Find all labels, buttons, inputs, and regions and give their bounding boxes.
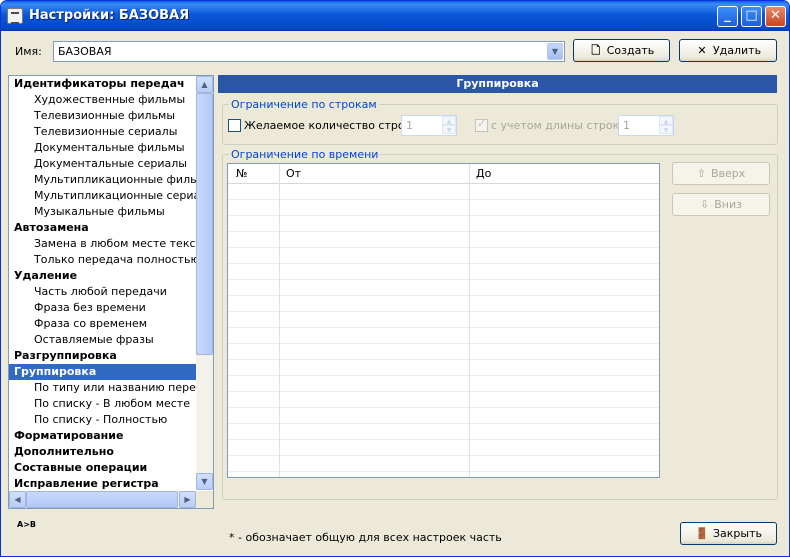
column-header-from[interactable]: От [286,167,301,180]
tree-item[interactable]: По списку - В любом месте [9,396,197,412]
footer-note: * - обозначает общую для всех настроек ч… [229,531,502,544]
binoculars-caption: A>B [17,520,36,529]
scroll-up-arrow-icon[interactable]: ▲ [196,76,213,93]
desired-count-checkbox[interactable] [228,119,241,132]
spinner-arrows[interactable]: ▲ ▼ [659,116,673,135]
delete-button[interactable]: ✕ Удалить [679,39,777,62]
delete-button-label: Удалить [712,44,762,57]
tree-item[interactable]: Документальные фильмы [9,140,197,156]
checkmark-icon: ✓ [477,117,487,130]
desired-count-label: Желаемое количество строк [244,119,412,132]
door-exit-icon: 🚪 [695,527,709,540]
tree-category[interactable]: Составные операции [9,460,197,476]
spin-down-icon[interactable]: ▼ [442,125,456,134]
desired-count-spinner[interactable]: 1 ▲ ▼ [401,115,457,136]
tree-category[interactable]: Разгруппировка [9,348,197,364]
settings-window: Настройки: БАЗОВАЯ _ □ ✕ Имя: БАЗОВАЯ ▼ … [0,0,790,557]
tree-item[interactable]: Оставляемые фразы [9,332,197,348]
maximize-button[interactable]: □ [741,6,762,27]
column-header-to[interactable]: До [476,167,491,180]
tree-list: Идентификаторы передач Художественные фил… [9,76,197,492]
arrow-down-icon: ⇩ [700,198,710,211]
create-button[interactable]: 🗋 Создать [573,39,670,62]
move-up-button[interactable]: ⇧ Вверх [672,162,770,185]
footer-bar: A>B * - обозначает общую для всех настро… [1,511,789,556]
tree-item[interactable]: По списку - Полностью [9,412,197,428]
panel-title: Группировка [218,75,777,93]
tree-item[interactable]: Мультипликационные фильмы [9,172,197,188]
desired-count-value: 1 [406,119,413,132]
spinner-arrows[interactable]: ▲ ▼ [442,116,456,135]
title-bar[interactable]: Настройки: БАЗОВАЯ _ □ ✕ [1,1,789,31]
tree-item[interactable]: Фраза со временем [9,316,197,332]
tree-category[interactable]: Дополнительно [9,444,197,460]
column-header-number[interactable]: № [236,167,247,180]
tree-vertical-scrollbar[interactable]: ▲ ▼ [196,76,213,490]
column-divider [469,164,470,477]
move-up-label: Вверх [710,167,746,180]
chevron-down-icon[interactable]: ▼ [547,43,563,60]
horizontal-scroll-thumb[interactable] [26,491,178,508]
line-length-value: 1 [623,119,630,132]
new-document-icon: 🗋 [591,44,601,57]
close-button-label: Закрыть [713,527,762,540]
binoculars-icon[interactable]: A>B [17,521,36,537]
close-button[interactable]: 🚪 Закрыть [680,522,777,545]
table-body[interactable] [228,184,659,477]
scroll-left-arrow-icon[interactable]: ◀ [9,491,26,508]
tree-category[interactable]: Идентификаторы передач [9,76,197,92]
tree-item[interactable]: Фраза без времени [9,300,197,316]
table-header: № От До [228,164,659,184]
cross-icon: ✕ [697,44,707,57]
name-label: Имя: [15,45,42,58]
column-divider [279,164,280,477]
settings-tree[interactable]: Идентификаторы передач Художественные фил… [8,75,214,509]
scroll-corner [196,491,213,508]
profile-name-value: БАЗОВАЯ [58,45,112,58]
move-down-button[interactable]: ⇩ Вниз [672,193,770,216]
app-icon [7,8,23,24]
profile-row: Имя: БАЗОВАЯ ▼ 🗋 Создать ✕ Удалить [1,31,789,71]
spin-up-icon[interactable]: ▲ [659,116,673,125]
create-button-label: Создать [606,44,655,57]
time-limit-title: Ограничение по времени [229,148,381,161]
tree-item[interactable]: Замена в любом месте текста [9,236,197,252]
rows-limit-title: Ограничение по строкам [229,98,379,111]
tree-item[interactable]: Художественные фильмы [9,92,197,108]
window-title: Настройки: БАЗОВАЯ [29,8,190,23]
tree-item[interactable]: Часть любой передачи [9,284,197,300]
tree-item[interactable]: Мультипликационные сериалы [9,188,197,204]
time-ranges-table[interactable]: № От До [227,163,660,478]
tree-horizontal-scrollbar[interactable]: ◀ ▶ [9,491,213,508]
line-length-checkbox[interactable]: ✓ [475,117,488,132]
tree-item[interactable]: Телевизионные фильмы [9,108,197,124]
scroll-right-arrow-icon[interactable]: ▶ [179,491,196,508]
scroll-thumb[interactable] [196,93,213,355]
minimize-button[interactable]: _ [717,6,738,27]
spin-down-icon[interactable]: ▼ [659,125,673,134]
tree-item[interactable]: Только передача полностью [9,252,197,268]
tree-category[interactable]: Автозамена [9,220,197,236]
tree-category[interactable]: Форматирование [9,428,197,444]
tree-item[interactable]: По типу или названию передачи [9,380,197,396]
line-length-spinner[interactable]: 1 ▲ ▼ [618,115,674,136]
line-length-label: с учетом длины строки [491,119,627,132]
tree-category[interactable]: Удаление [9,268,197,284]
profile-name-combo[interactable]: БАЗОВАЯ ▼ [53,41,565,62]
tree-item[interactable]: Документальные сериалы [9,156,197,172]
tree-category[interactable]: Исправление регистра [9,476,197,492]
tree-item[interactable]: Музыкальные фильмы [9,204,197,220]
close-window-button[interactable]: ✕ [765,6,786,27]
tree-item[interactable]: Телевизионные сериалы [9,124,197,140]
spin-up-icon[interactable]: ▲ [442,116,456,125]
scroll-down-arrow-icon[interactable]: ▼ [196,473,213,490]
arrow-up-icon: ⇧ [696,167,706,180]
tree-category[interactable]: Группировка [9,364,197,380]
move-down-label: Вниз [714,198,742,211]
